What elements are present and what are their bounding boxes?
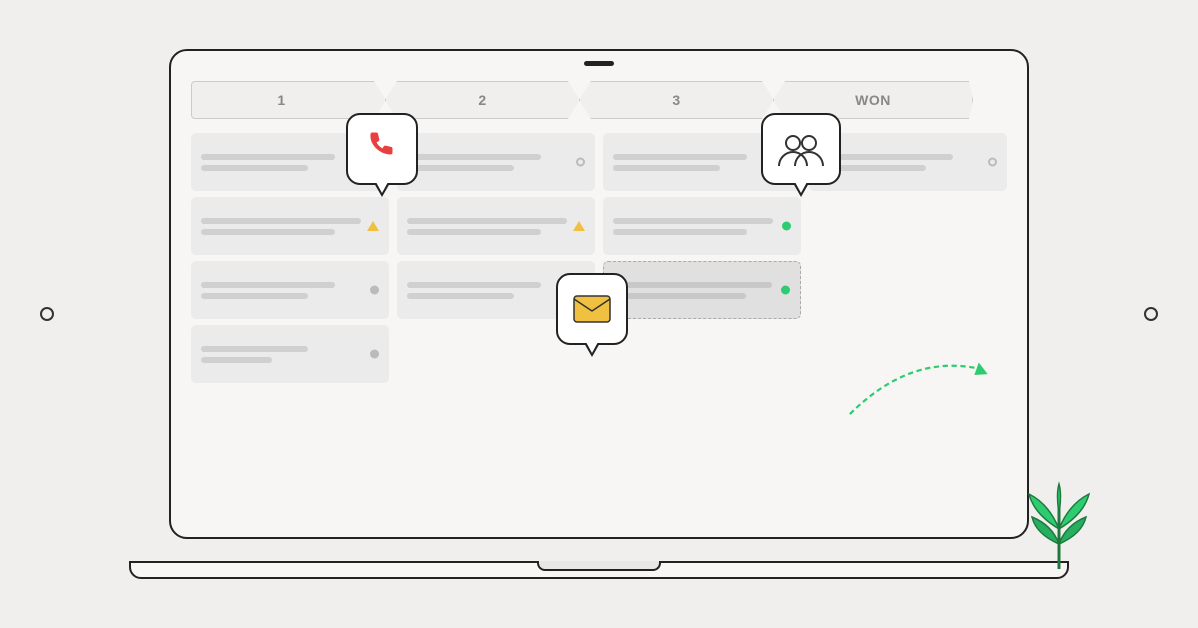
stage-won-label: WON [855,92,891,108]
deal-card [191,261,389,319]
plant-decoration [1014,479,1104,569]
people-popup-bubble [761,113,841,185]
deal-card-highlighted [603,261,801,319]
deal-line [201,229,335,235]
deal-line [407,154,541,160]
status-dot-green [782,222,791,231]
laptop-notch [584,61,614,66]
email-popup-bubble [556,273,628,345]
deal-card [397,197,595,255]
pipeline-column-3 [603,133,801,493]
deal-line [407,229,541,235]
stage-1-label: 1 [277,92,285,108]
deal-line [201,154,335,160]
pipeline-column-won [809,133,1007,493]
people-icon [775,130,827,168]
progress-arrow [831,343,1011,423]
deal-line [407,165,514,171]
stage-3: 3 [579,81,774,119]
pipeline-column-1 [191,133,389,493]
phone-popup-bubble [346,113,418,185]
left-decoration-circle [40,307,54,321]
status-dot-green [781,286,790,295]
status-dot-gray [370,286,379,295]
deal-card [603,197,801,255]
deal-line [614,282,772,288]
deal-card [397,133,595,191]
status-dot-outline [988,158,997,167]
deal-line [613,165,720,171]
stage-2: 2 [385,81,580,119]
status-dot-outline [576,158,585,167]
stage-3-label: 3 [672,92,680,108]
deal-card [191,197,389,255]
deal-line [614,293,746,299]
laptop-illustration: 1 2 3 WON [169,49,1029,579]
deal-line [201,357,272,363]
screen-content: 1 2 3 WON [191,81,1007,517]
deal-line [201,218,361,224]
deal-line [201,165,308,171]
deal-line [201,346,308,352]
laptop-screen: 1 2 3 WON [169,49,1029,539]
deal-line [613,154,747,160]
deal-line [613,218,773,224]
right-decoration-circle [1144,307,1158,321]
status-dot-gray [370,350,379,359]
plant-svg [1014,479,1104,569]
stage-2-label: 2 [478,92,486,108]
deal-line [613,229,747,235]
deal-line [201,282,335,288]
deal-line [407,282,541,288]
phone-icon [365,128,399,170]
pipeline-stages: 1 2 3 WON [191,81,1007,119]
deal-line [407,293,514,299]
laptop-base [129,561,1069,579]
email-icon [573,295,611,323]
status-triangle [573,221,585,231]
pipeline-columns [191,133,1007,493]
deal-line [407,218,567,224]
scene: 1 2 3 WON [0,0,1198,628]
status-triangle [367,221,379,231]
deal-card [191,325,389,383]
deal-line [201,293,308,299]
